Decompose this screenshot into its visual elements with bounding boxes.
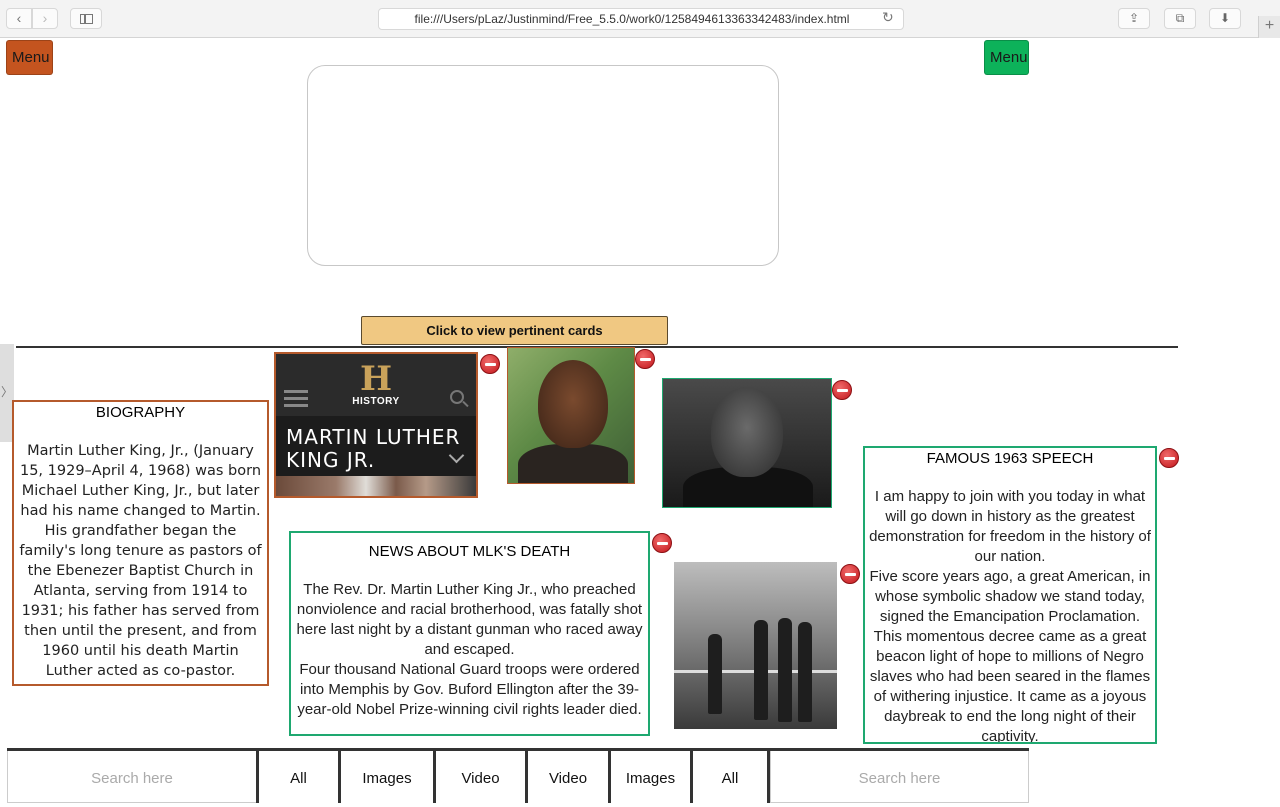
news-card[interactable]: NEWS ABOUT MLK'S DEATH The Rev. Dr. Mart… — [289, 531, 650, 736]
view-cards-button[interactable]: Click to view pertinent cards — [361, 316, 668, 345]
card-title: NEWS ABOUT MLK'S DEATH — [368, 543, 571, 560]
card-body: I am happy to join with you today in wha… — [869, 488, 1151, 744]
filter-all-left[interactable]: All — [256, 751, 338, 803]
filter-all-right[interactable]: All — [690, 751, 770, 803]
biography-card[interactable]: BIOGRAPHY Martin Luther King, Jr., (Janu… — [12, 400, 269, 686]
reload-icon[interactable]: ↻ — [882, 9, 894, 26]
mlk-portrait-color[interactable] — [507, 347, 635, 484]
share-icon[interactable]: ⇪ — [1118, 8, 1150, 29]
tabs-overview-icon[interactable]: ⧉ — [1164, 8, 1196, 29]
remove-speech-card-icon[interactable] — [1159, 448, 1179, 468]
remove-news-card-icon[interactable] — [652, 533, 672, 553]
menu-button-right[interactable]: Menu — [984, 40, 1029, 75]
mlk-portrait-bw[interactable] — [662, 378, 832, 508]
search-input-right[interactable]: Search here — [770, 751, 1029, 803]
back-icon[interactable]: ‹ — [6, 8, 32, 29]
downloads-icon[interactable]: ⬇ — [1209, 8, 1241, 29]
filter-images-left[interactable]: Images — [338, 751, 433, 803]
card-body: The Rev. Dr. Martin Luther King Jr., who… — [296, 581, 643, 718]
speech-card[interactable]: FAMOUS 1963 SPEECH I am happy to join wi… — [863, 446, 1157, 744]
card-body: Martin Luther King, Jr., (January 15, 19… — [19, 443, 262, 679]
browser-toolbar: ‹ › file:///Users/pLaz/Justinmind/Free_5… — [0, 0, 1280, 38]
media-placeholder — [307, 65, 779, 266]
filter-video-right[interactable]: Video — [525, 751, 608, 803]
menu-button-left[interactable]: Menu — [6, 40, 53, 75]
motel-balcony-photo[interactable] — [674, 562, 837, 729]
forward-icon[interactable]: › — [32, 8, 58, 29]
filter-video-left[interactable]: Video — [433, 751, 525, 803]
card-title: BIOGRAPHY — [95, 404, 186, 421]
history-title: MARTIN LUTHER KING JR. — [286, 425, 461, 472]
sidebar-toggle-icon[interactable] — [70, 8, 102, 29]
address-bar[interactable]: file:///Users/pLaz/Justinmind/Free_5.5.0… — [378, 8, 904, 30]
search-input-left[interactable]: Search here — [7, 751, 257, 803]
remove-portrait-color-icon[interactable] — [635, 349, 655, 369]
remove-history-card-icon[interactable] — [480, 354, 500, 374]
remove-balcony-photo-icon[interactable] — [840, 564, 860, 584]
search-icon — [450, 390, 464, 404]
history-logo: H HISTORY — [352, 359, 400, 407]
filter-images-right[interactable]: Images — [608, 751, 690, 803]
hamburger-icon — [284, 390, 308, 407]
card-title: FAMOUS 1963 SPEECH — [926, 450, 1094, 467]
history-card[interactable]: H HISTORY MARTIN LUTHER KING JR. — [274, 352, 478, 498]
filter-toolbar: Search here All Images Video Video Image… — [7, 748, 1029, 803]
history-photo-strip — [276, 476, 476, 496]
new-tab-icon[interactable]: + — [1258, 16, 1280, 38]
remove-portrait-bw-icon[interactable] — [832, 380, 852, 400]
